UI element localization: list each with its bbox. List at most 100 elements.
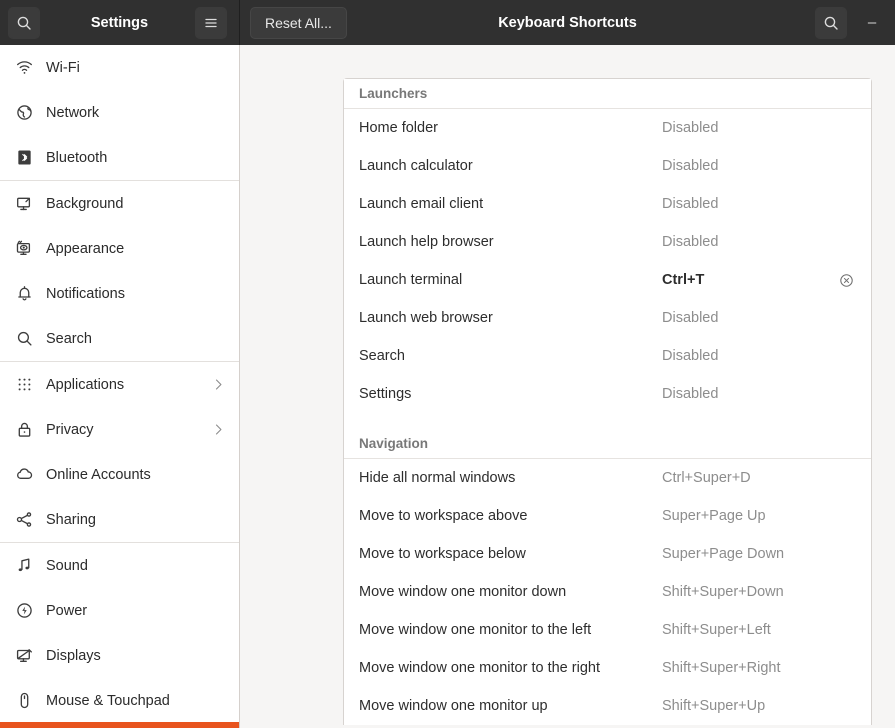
shortcut-row[interactable]: Move window one monitor to the left Shift… — [344, 611, 871, 649]
chevron-right-icon — [212, 378, 225, 391]
shortcut-accelerator: Disabled — [662, 386, 719, 402]
shortcut-name: Move window one monitor to the left — [359, 622, 592, 638]
sidebar-nav-list: Wi-Fi Network Bluetooth Background Appearanc… — [0, 45, 239, 723]
shortcut-accelerator: Disabled — [662, 234, 719, 250]
sidebar-item-applications[interactable]: Applications — [0, 362, 239, 407]
window-titlebar: Settings Reset All... Keyboard Shortcuts… — [0, 0, 895, 45]
sidebar-item-label: Online Accounts — [46, 466, 151, 483]
bell-icon — [10, 285, 38, 302]
music-note-icon — [10, 557, 38, 574]
shortcut-name: Home folder — [359, 120, 438, 136]
search-icon — [10, 330, 38, 347]
shortcut-name: Hide all normal windows — [359, 470, 516, 486]
sidebar-item-online-accounts[interactable]: Online Accounts — [0, 452, 239, 497]
shortcut-accelerator: Shift+Super+Right — [662, 660, 781, 676]
sidebar-item-label: Privacy — [46, 421, 94, 438]
shortcut-accelerator: Shift+Super+Up — [662, 698, 766, 714]
shortcut-row[interactable]: Launch terminal Ctrl+T — [344, 261, 871, 299]
minimize-icon: – — [867, 14, 877, 31]
shortcut-row[interactable]: Home folder Disabled — [344, 109, 871, 147]
sidebar-item-sound[interactable]: Sound — [0, 543, 239, 588]
cloud-icon — [10, 466, 38, 483]
section-spacer — [344, 413, 871, 429]
shortcut-accelerator: Super+Page Down — [662, 546, 785, 562]
shortcut-row[interactable]: Launch email client Disabled — [344, 185, 871, 223]
sidebar-item-label: Bluetooth — [46, 149, 108, 166]
sidebar-item-power[interactable]: Power — [0, 588, 239, 633]
background-monitor-icon — [10, 195, 38, 212]
wifi-icon — [10, 59, 38, 76]
shortcut-name: Settings — [359, 386, 412, 402]
sidebar-item-label: Mouse & Touchpad — [46, 692, 170, 709]
shortcut-row[interactable]: Hide all normal windows Ctrl+Super+D — [344, 459, 871, 497]
section-title: Launchers — [359, 86, 428, 101]
shortcut-row[interactable]: Move window one monitor to the right Shif… — [344, 649, 871, 687]
settings-sidebar: Wi-Fi Network Bluetooth Background Appearanc… — [0, 45, 240, 728]
sidebar-item-label: Appearance — [46, 240, 125, 257]
shortcut-name: Move window one monitor to the right — [359, 660, 600, 676]
titlebar-sidebar-section: Settings — [0, 0, 240, 45]
shortcut-accelerator: Disabled — [662, 310, 719, 326]
sidebar-item-label: Displays — [46, 647, 101, 664]
sidebar-item-bluetooth[interactable]: Bluetooth — [0, 135, 239, 180]
shortcut-row[interactable]: Launch calculator Disabled — [344, 147, 871, 185]
shortcut-name: Move to workspace above — [359, 508, 528, 524]
panel-search-button[interactable] — [815, 6, 847, 39]
sidebar-item-privacy[interactable]: Privacy — [0, 407, 239, 452]
shortcut-row[interactable]: Move to workspace above Super+Page Up — [344, 497, 871, 535]
sidebar-item-label: Applications — [46, 376, 125, 393]
sidebar-item-network[interactable]: Network — [0, 90, 239, 135]
search-icon — [16, 15, 32, 31]
minimize-button[interactable]: – — [859, 10, 885, 36]
shortcuts-section-header: Launchers — [344, 79, 871, 109]
power-icon — [10, 602, 38, 619]
share-nodes-icon — [10, 511, 38, 528]
shortcut-row[interactable]: Search Disabled — [344, 337, 871, 375]
mouse-icon — [10, 692, 38, 709]
shortcut-name: Launch terminal — [359, 272, 463, 288]
sidebar-item-label: Background — [46, 195, 124, 212]
main-menu-button[interactable] — [195, 6, 227, 39]
sidebar-item-label: Sound — [46, 557, 88, 574]
shortcut-accelerator: Disabled — [662, 158, 719, 174]
shortcut-row[interactable]: Move to workspace below Super+Page Down — [344, 535, 871, 573]
shortcut-name: Move window one monitor up — [359, 698, 548, 714]
sidebar-item-wi-fi[interactable]: Wi-Fi — [0, 45, 239, 90]
shortcut-accelerator: Shift+Super+Left — [662, 622, 771, 638]
lock-icon — [10, 421, 38, 438]
sidebar-item-label: Wi-Fi — [46, 59, 80, 76]
sidebar-item-appearance[interactable]: Appearance — [0, 226, 239, 271]
search-icon — [823, 15, 839, 31]
shortcut-name: Move to workspace below — [359, 546, 526, 562]
sidebar-item-background[interactable]: Background — [0, 181, 239, 226]
sidebar-item-label: Network — [46, 104, 100, 121]
shortcut-name: Launch email client — [359, 196, 484, 212]
shortcut-accelerator: Ctrl+Super+D — [662, 470, 751, 486]
shortcuts-list: Launchers Home folder Disabled Launch calcu… — [343, 78, 872, 725]
reset-all-button[interactable]: Reset All... — [250, 6, 347, 39]
shortcut-row[interactable]: Move window one monitor up Shift+Super+Up — [344, 687, 871, 725]
appearance-icon — [10, 240, 38, 257]
shortcut-row[interactable]: Launch web browser Disabled — [344, 299, 871, 337]
shortcut-row[interactable]: Move window one monitor down Shift+Super+… — [344, 573, 871, 611]
sidebar-item-search[interactable]: Search — [0, 316, 239, 361]
shortcut-name: Launch calculator — [359, 158, 473, 174]
sidebar-item-displays[interactable]: Displays — [0, 633, 239, 678]
sidebar-item-mouse-touchpad[interactable]: Mouse & Touchpad — [0, 678, 239, 723]
bluetooth-icon — [10, 149, 38, 166]
shortcut-name: Move window one monitor down — [359, 584, 567, 600]
shortcut-row[interactable]: Launch help browser Disabled — [344, 223, 871, 261]
displays-icon — [10, 647, 38, 664]
shortcut-row[interactable]: Settings Disabled — [344, 375, 871, 413]
clear-circle-x-icon[interactable] — [836, 273, 856, 288]
accent-bar — [0, 722, 239, 728]
shortcut-name: Launch web browser — [359, 310, 493, 326]
shortcut-accelerator: Shift+Super+Down — [662, 584, 784, 600]
shortcut-name: Launch help browser — [359, 234, 494, 250]
sidebar-item-sharing[interactable]: Sharing — [0, 497, 239, 542]
sidebar-item-label: Search — [46, 330, 92, 347]
sidebar-item-notifications[interactable]: Notifications — [0, 271, 239, 316]
network-globe-icon — [10, 104, 38, 121]
sidebar-item-label: Power — [46, 602, 88, 619]
sidebar-search-button[interactable] — [8, 6, 40, 39]
